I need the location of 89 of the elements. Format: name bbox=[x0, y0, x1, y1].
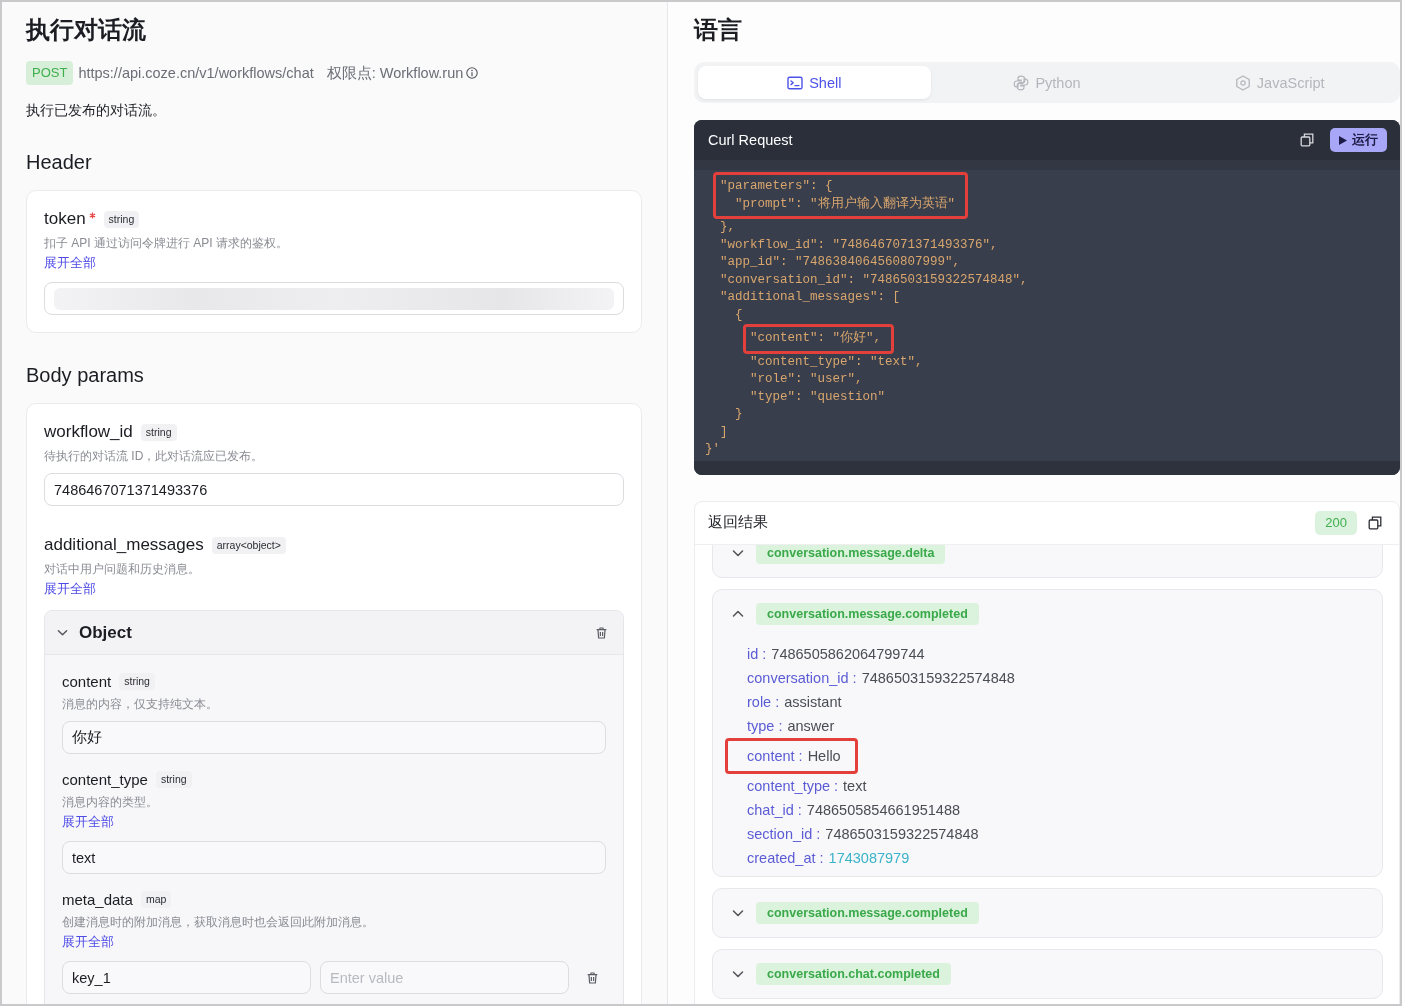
event-tag: conversation.message.completed bbox=[756, 901, 979, 924]
field-value: assistant bbox=[784, 692, 842, 712]
chevron-down-icon[interactable] bbox=[57, 627, 68, 638]
param-description: 消息内容的类型。 bbox=[62, 794, 158, 811]
field-key: conversation_id : bbox=[747, 665, 857, 690]
value-input[interactable]: Enter value bbox=[320, 961, 569, 994]
param-description: 对话中用户问题和历史消息。 bbox=[44, 561, 200, 578]
expand-link[interactable]: 展开全部 bbox=[44, 254, 96, 272]
input-field[interactable] bbox=[44, 282, 624, 315]
terminal-icon bbox=[787, 74, 804, 91]
code-line: "workflow_id": "7486467071371493376", bbox=[719, 236, 998, 254]
param-name: token bbox=[44, 209, 86, 229]
code-title: Curl Request bbox=[708, 132, 793, 148]
type-tag: string bbox=[119, 672, 155, 690]
type-tag: string bbox=[155, 770, 192, 788]
method-badge: POST bbox=[26, 61, 74, 85]
input-field[interactable]: 你好 bbox=[62, 721, 606, 754]
field-value: text bbox=[843, 776, 867, 796]
input-field[interactable]: 7486467071371493376 bbox=[44, 473, 624, 506]
type-tag: map bbox=[140, 890, 172, 908]
endpoint-url: https://api.coze.cn/v1/workflows/chat bbox=[78, 65, 314, 81]
code-line: { bbox=[734, 306, 743, 324]
field-value: 7486503159322574848 bbox=[825, 824, 979, 844]
field-value: 7486505862064799744 bbox=[771, 644, 925, 664]
object-header[interactable]: Object bbox=[45, 611, 623, 655]
status-badge: 200 bbox=[1315, 510, 1357, 535]
api-description: 执行已发布的对话流。 bbox=[26, 101, 166, 120]
expand-link[interactable]: 展开全部 bbox=[62, 933, 114, 951]
param-description: 消息的内容，仅支持纯文本。 bbox=[62, 696, 218, 713]
info-icon[interactable] bbox=[466, 67, 479, 79]
event-tag: conversation.chat.completed bbox=[756, 962, 951, 985]
param-description: 创建消息时的附加消息，获取消息时也会返回此附加消息。 bbox=[62, 914, 374, 931]
code-line: "type": "question" bbox=[749, 388, 886, 406]
param-name: content bbox=[62, 672, 112, 690]
response-title: 返回结果 bbox=[708, 513, 768, 532]
trash-icon[interactable] bbox=[585, 970, 599, 985]
hexagon-icon bbox=[1234, 74, 1251, 91]
section-heading: Body params bbox=[26, 363, 144, 388]
type-tag: string bbox=[140, 423, 177, 441]
input-field[interactable]: text bbox=[62, 841, 606, 874]
field-key: content : bbox=[747, 743, 803, 768]
field-value: answer bbox=[787, 716, 835, 736]
field-key: created_at : bbox=[747, 845, 824, 870]
page-title: 执行对话流 bbox=[26, 15, 146, 45]
section-heading: Header bbox=[26, 150, 92, 175]
type-tag: string bbox=[103, 210, 140, 228]
trash-icon[interactable] bbox=[595, 625, 608, 640]
param-description: 扣子 API 通过访问令牌进行 API 请求的鉴权。 bbox=[44, 235, 289, 252]
field-key: type : bbox=[747, 713, 783, 738]
param-name: content_type bbox=[62, 770, 148, 788]
code-line: "conversation_id": "7486503159322574848", bbox=[719, 271, 1028, 289]
play-icon bbox=[1339, 135, 1347, 145]
object-title: Object bbox=[79, 622, 132, 643]
code-line: "content_type": "text", bbox=[749, 353, 923, 371]
code-line: "prompt": "将用户输入翻译为英语" bbox=[734, 195, 956, 213]
event-tag: conversation.message.completed bbox=[756, 602, 979, 625]
key-input[interactable]: key_1 bbox=[62, 961, 311, 994]
code-line: "content": "你好", bbox=[750, 330, 882, 347]
code-line: } bbox=[734, 406, 743, 423]
code-line: "app_id": "7486384064560807999", bbox=[719, 254, 961, 271]
section-title: 语言 bbox=[694, 15, 742, 45]
field-value: 1743087979 bbox=[828, 848, 910, 868]
field-key: id : bbox=[747, 641, 767, 666]
param-name: meta_data bbox=[62, 890, 133, 908]
code-line: ] bbox=[719, 423, 728, 441]
field-key: section_id : bbox=[747, 821, 821, 846]
code-line: }, bbox=[719, 219, 735, 236]
code-line: "role": "user", bbox=[749, 371, 863, 388]
code-line: "additional_messages": [ bbox=[719, 289, 901, 306]
field-key: content_type : bbox=[747, 773, 839, 798]
param-description: 待执行的对话流 ID，此对话流应已发布。 bbox=[44, 448, 264, 465]
copy-icon[interactable] bbox=[1300, 133, 1314, 147]
copy-icon[interactable] bbox=[1368, 515, 1382, 530]
expand-link[interactable]: 展开全部 bbox=[44, 580, 96, 598]
field-value: Hello bbox=[807, 746, 841, 766]
field-key: chat_id : bbox=[747, 797, 802, 822]
field-key: role : bbox=[747, 689, 780, 714]
expand-link[interactable]: 展开全部 bbox=[62, 813, 114, 831]
python-icon bbox=[1013, 74, 1030, 91]
code-line: "parameters": { bbox=[720, 178, 833, 195]
run-button[interactable]: 运行 bbox=[1330, 128, 1387, 152]
code-line: }' bbox=[705, 441, 720, 458]
field-value: 7486505854661951488 bbox=[806, 800, 961, 820]
param-name: workflow_id bbox=[44, 422, 133, 442]
param-name: additional_messages bbox=[44, 535, 204, 555]
permission-label: 权限点: Workflow.run bbox=[326, 63, 464, 83]
field-value: 7486503159322574848 bbox=[861, 668, 1015, 688]
type-tag: array<object> bbox=[211, 536, 286, 554]
language-tab[interactable]: Shell bbox=[698, 66, 931, 99]
